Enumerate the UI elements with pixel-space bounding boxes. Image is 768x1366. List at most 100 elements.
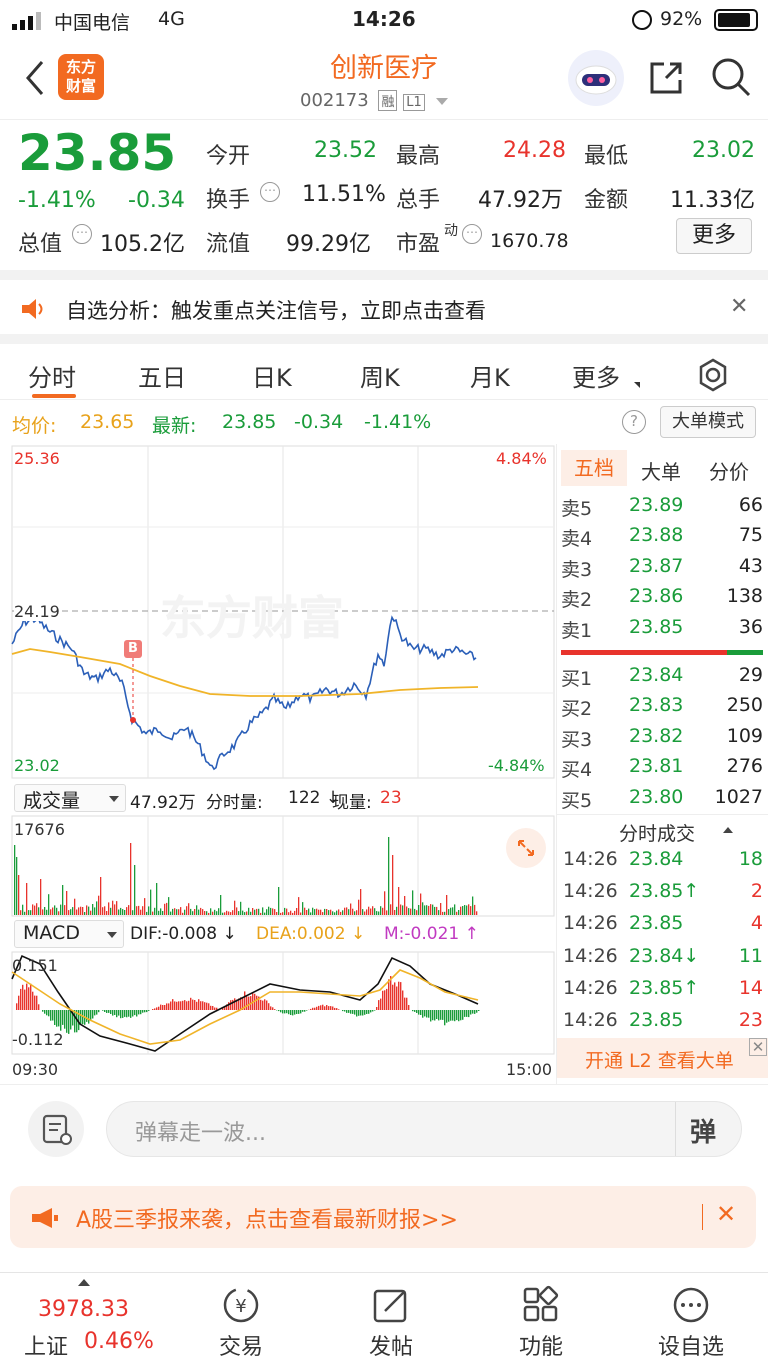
axis-bottom-pct: -4.84%: [488, 756, 545, 775]
latest-value: 23.85: [222, 411, 277, 433]
high-label: 最高: [396, 144, 441, 169]
tab-five-levels[interactable]: 五档: [561, 450, 627, 486]
barrage-settings-icon[interactable]: [28, 1101, 84, 1157]
active-tab-indicator: [32, 394, 76, 398]
barrage-placeholder: 弹幕走一波...: [135, 1121, 266, 1146]
index-ticker[interactable]: 3978.33 上证 0.46%: [8, 1273, 158, 1366]
low-label: 最低: [584, 144, 629, 169]
more-circle-icon: [673, 1287, 709, 1323]
ask-level-label: 卖1: [561, 619, 593, 642]
info-icon[interactable]: ⋯: [72, 224, 92, 244]
tab-more[interactable]: 更多: [572, 358, 620, 393]
tick-volume: 18: [738, 848, 763, 870]
caret-up-icon: [78, 1279, 90, 1286]
caret-down-icon: [109, 796, 119, 802]
chart-canvas: 东方财富: [11, 445, 555, 1055]
promo-banner[interactable]: A股三季报来袭，点击查看最新财报>> ✕: [10, 1186, 756, 1248]
barrage-send-button[interactable]: 弹: [675, 1102, 741, 1156]
caret-down-icon: [436, 97, 449, 105]
svg-text:东方财富: 东方财富: [160, 591, 344, 645]
tab-daily-k[interactable]: 日K: [252, 358, 292, 393]
settings-gear-icon[interactable]: [696, 358, 730, 392]
volume-indicator-label: 成交量: [23, 790, 81, 812]
ticks-header[interactable]: 分时成交: [557, 814, 768, 845]
tab-price-dist[interactable]: 分价: [709, 456, 749, 485]
stock-code: 002173: [300, 90, 369, 111]
caret-icon: [634, 382, 640, 388]
search-icon[interactable]: [710, 56, 752, 98]
tab-big-orders[interactable]: 大单: [641, 456, 681, 485]
macd-dif: DIF:-0.008 ↓: [130, 924, 237, 944]
bid-volume: 276: [726, 755, 763, 778]
barrage-input[interactable]: 弹幕走一波... 弹: [106, 1101, 742, 1157]
time-start: 09:30: [12, 1060, 59, 1079]
pe-superscript: 动: [444, 223, 458, 239]
l2-banner[interactable]: 开通 L2 查看大单 ✕: [557, 1038, 768, 1078]
big-order-mode-button[interactable]: 大单模式: [660, 406, 756, 438]
macd-indicator-select[interactable]: MACD: [14, 920, 124, 948]
axis-mid-price: 24.19: [14, 602, 60, 621]
bid-price: 23.83: [629, 694, 684, 717]
ask-volume: 138: [726, 585, 763, 608]
add-watchlist-button[interactable]: 设自选: [616, 1273, 766, 1366]
low-value: 23.02: [692, 138, 755, 163]
edit-icon: [373, 1289, 407, 1323]
functions-button[interactable]: 功能: [466, 1273, 616, 1366]
share-icon[interactable]: [646, 58, 686, 98]
ask-price: 23.89: [629, 494, 684, 516]
axis-top-pct: 4.84%: [496, 449, 547, 468]
info-icon[interactable]: ⋯: [462, 224, 482, 244]
post-label: 发帖: [368, 1335, 413, 1360]
index-pct: 0.46%: [84, 1329, 154, 1354]
tab-intraday[interactable]: 分时: [28, 358, 76, 393]
trade-button[interactable]: ¥ 交易: [166, 1273, 316, 1366]
expand-icon: [518, 840, 534, 856]
tick-price: 23.85: [629, 1009, 684, 1031]
change-amount: -0.34: [128, 188, 185, 213]
avg-price-value: 23.65: [80, 411, 135, 433]
bid-volume: 109: [726, 724, 763, 747]
tick-row: 14:26 23.84 18: [557, 846, 768, 876]
ask-volume: 43: [738, 554, 763, 577]
index-name: 上证: [24, 1335, 69, 1360]
macd-dea: DEA:0.002 ↓: [256, 924, 366, 944]
post-button[interactable]: 发帖: [316, 1273, 466, 1366]
fullscreen-toggle[interactable]: [506, 828, 546, 868]
close-icon[interactable]: ✕: [716, 1200, 736, 1228]
functions-label: 功能: [518, 1335, 563, 1360]
help-icon[interactable]: ?: [622, 410, 646, 434]
speaker-icon: [20, 298, 46, 320]
tick-volume: 11: [738, 944, 763, 967]
ask-row: 卖4 23.88 75: [557, 522, 768, 552]
close-icon[interactable]: ✕: [749, 1038, 767, 1056]
tab-five-day[interactable]: 五日: [138, 358, 186, 393]
close-icon[interactable]: ✕: [730, 294, 748, 319]
latest-label: 最新:: [152, 415, 197, 437]
bid-row: 买5 23.80 1027: [557, 784, 768, 814]
tab-monthly-k[interactable]: 月K: [470, 358, 510, 393]
margin-badge: 融: [378, 90, 398, 111]
tab-weekly-k[interactable]: 周K: [360, 358, 400, 393]
buy-marker[interactable]: B: [124, 640, 142, 658]
battery-percent: 92%: [660, 8, 703, 30]
promo-text: A股三季报来袭，点击查看最新财报>>: [76, 1208, 458, 1233]
notice-bar[interactable]: 自选分析：触发重点关注信号，立即点击查看 ✕: [0, 270, 768, 334]
tick-time: 14:26: [563, 880, 618, 903]
chart-info-row: 均价: 23.65 最新: 23.85 -0.34 -1.41% ? 大单模式: [0, 400, 768, 444]
ticks-title: 分时成交: [619, 823, 696, 845]
ask-row: 卖3 23.87 43: [557, 553, 768, 583]
rotation-lock-icon: [632, 10, 652, 30]
turnover-value: 11.51%: [302, 182, 386, 207]
info-icon[interactable]: ⋯: [260, 182, 280, 202]
now-value: 23: [380, 788, 402, 808]
latest-pct: -1.41%: [364, 411, 432, 433]
pe-value: 1670.78: [490, 230, 569, 252]
robot-avatar-icon[interactable]: [568, 50, 624, 106]
pe-label: 市盈: [396, 232, 441, 257]
bid-volume: 1027: [714, 785, 763, 808]
more-button[interactable]: 更多: [676, 218, 752, 254]
volume-indicator-select[interactable]: 成交量: [14, 784, 126, 812]
stock-code-row[interactable]: 002173 融 L1: [300, 90, 480, 116]
ask-price: 23.88: [629, 524, 684, 547]
intraday-chart[interactable]: 东方财富 25.36 4.84% 24.19 23.02 -4.84% B 成交…: [0, 444, 556, 1082]
